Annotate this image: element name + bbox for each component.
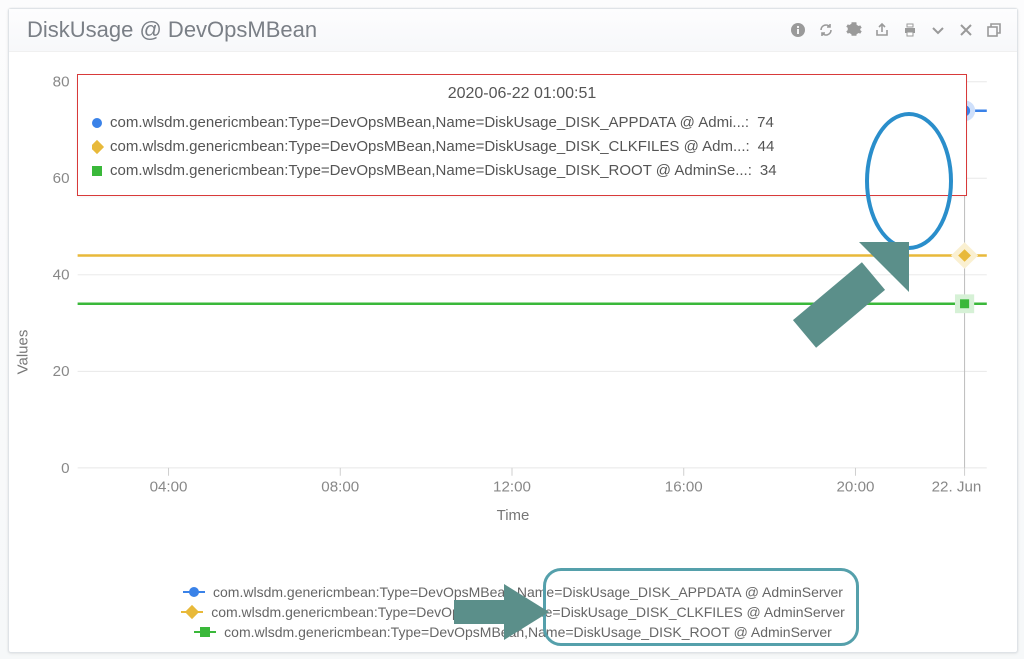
tooltip-value: 44 — [758, 135, 775, 159]
legend-label: com.wlsdm.genericmbean:Type=DevOpsMBean,… — [213, 584, 843, 600]
x-tick: 20:00 — [837, 479, 875, 496]
hover-marker-clkfiles — [955, 246, 975, 266]
legend-label: com.wlsdm.genericmbean:Type=DevOpsMBean,… — [211, 604, 845, 620]
tooltip-label: com.wlsdm.genericmbean:Type=DevOpsMBean,… — [110, 159, 752, 183]
tooltip-row: com.wlsdm.genericmbean:Type=DevOpsMBean,… — [92, 135, 952, 159]
print-icon[interactable] — [901, 21, 919, 39]
gear-icon[interactable] — [845, 21, 863, 39]
x-tick: 22. Jun — [932, 479, 982, 496]
y-tick: 0 — [61, 460, 69, 477]
diamond-icon — [92, 140, 104, 154]
chart-area[interactable]: 0 20 40 60 80 04:00 08:00 — [9, 52, 1017, 652]
tooltip-value: 74 — [757, 111, 774, 135]
legend-label: com.wlsdm.genericmbean:Type=DevOpsMBean,… — [224, 624, 832, 640]
panel-toolbar — [789, 21, 1003, 39]
y-tick: 60 — [53, 170, 70, 187]
close-icon[interactable] — [957, 21, 975, 39]
tooltip-row: com.wlsdm.genericmbean:Type=DevOpsMBean,… — [92, 159, 952, 183]
x-tick: 12:00 — [493, 479, 531, 496]
legend-item[interactable]: com.wlsdm.genericmbean:Type=DevOpsMBean,… — [181, 604, 845, 620]
square-icon — [92, 166, 102, 176]
tooltip-row: com.wlsdm.genericmbean:Type=DevOpsMBean,… — [92, 111, 952, 135]
x-tick: 16:00 — [665, 479, 703, 496]
tooltip-label: com.wlsdm.genericmbean:Type=DevOpsMBean,… — [110, 111, 749, 135]
export-icon[interactable] — [873, 21, 891, 39]
panel-title: DiskUsage @ DevOpsMBean — [27, 17, 789, 43]
legend-item[interactable]: com.wlsdm.genericmbean:Type=DevOpsMBean,… — [183, 584, 843, 600]
circle-icon — [183, 586, 205, 598]
chart-panel: DiskUsage @ DevOpsMBean — [8, 8, 1018, 653]
y-axis-label: Values — [15, 330, 32, 375]
y-tick: 20 — [53, 363, 70, 380]
chevron-down-icon[interactable] — [929, 21, 947, 39]
y-tick: 40 — [53, 267, 70, 284]
circle-icon — [92, 118, 102, 128]
tooltip-value: 34 — [760, 159, 777, 183]
y-tick: 80 — [53, 74, 70, 91]
hover-marker-root — [958, 297, 972, 311]
tooltip-label: com.wlsdm.genericmbean:Type=DevOpsMBean,… — [110, 135, 750, 159]
maximize-icon[interactable] — [985, 21, 1003, 39]
diamond-icon — [181, 606, 203, 618]
chart-legend: com.wlsdm.genericmbean:Type=DevOpsMBean,… — [9, 584, 1017, 640]
x-axis-label: Time — [497, 507, 530, 524]
panel-header: DiskUsage @ DevOpsMBean — [9, 9, 1017, 52]
refresh-icon[interactable] — [817, 21, 835, 39]
x-tick: 04:00 — [150, 479, 188, 496]
info-icon[interactable] — [789, 21, 807, 39]
legend-item[interactable]: com.wlsdm.genericmbean:Type=DevOpsMBean,… — [194, 624, 832, 640]
x-tick: 08:00 — [321, 479, 359, 496]
tooltip-title: 2020-06-22 01:00:51 — [92, 85, 952, 103]
chart-tooltip: 2020-06-22 01:00:51 com.wlsdm.genericmbe… — [77, 74, 967, 196]
square-icon — [194, 626, 216, 638]
